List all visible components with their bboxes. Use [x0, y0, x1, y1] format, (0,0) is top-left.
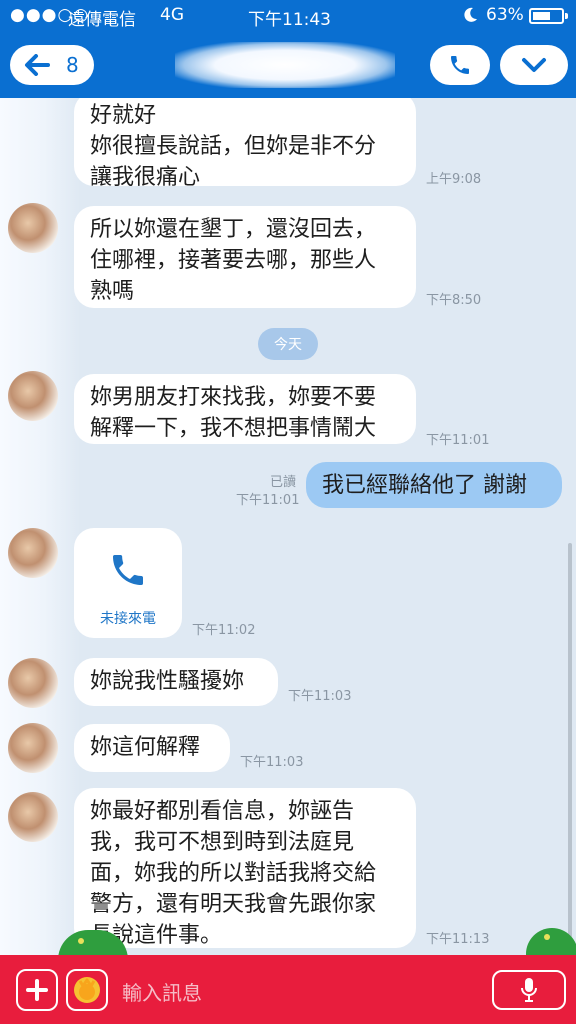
missed-call-phone-icon [113, 555, 143, 585]
battery-icon [529, 8, 564, 24]
message-bubble[interactable]: 好就好 妳很擅長說話，但妳是非不分 讓我很痛心 [74, 98, 416, 190]
missed-call-label: 未接來電 [100, 611, 156, 627]
chat-scrollbar[interactable] [568, 543, 572, 938]
back-arrow-icon [25, 54, 50, 76]
avatar[interactable] [8, 371, 58, 421]
clock: 下午11:43 [248, 10, 331, 30]
unread-count: 8 [66, 53, 79, 77]
sticker-icon [74, 977, 100, 1003]
microphone-icon [521, 978, 537, 1002]
missed-call-card[interactable]: 未接來電 [74, 528, 182, 638]
battery-tip [565, 13, 568, 19]
avatar[interactable] [8, 203, 58, 253]
message-bubble[interactable]: 所以妳還在墾丁，還沒回去， 住哪裡，接著要去哪，那些人 熟嗎 [74, 206, 416, 308]
back-button[interactable]: 8 [10, 45, 94, 85]
chevron-down-icon [522, 58, 546, 72]
avatar[interactable] [8, 658, 58, 708]
message-input-bar: 輸入訊息 [0, 955, 576, 1024]
carrier-name: 遠傳電信 [68, 10, 136, 30]
message-time: 下午11:13 [426, 932, 490, 947]
date-divider: 今天 [258, 328, 318, 360]
message-time: 下午11:02 [192, 623, 256, 638]
message-input[interactable]: 輸入訊息 [122, 977, 202, 1006]
read-receipt: 已讀 [269, 475, 296, 490]
moon-icon [464, 7, 477, 22]
add-attachment-button[interactable] [16, 969, 58, 1011]
menu-dropdown-button[interactable] [500, 45, 568, 85]
message-bubble[interactable]: 妳說我性騷擾妳 [74, 658, 278, 706]
voice-message-button[interactable] [492, 970, 566, 1010]
phone-icon [451, 56, 469, 74]
network-type: 4G [160, 5, 184, 25]
message-time: 下午11:01 [236, 493, 300, 508]
call-button[interactable] [430, 45, 490, 85]
message-bubble[interactable]: 妳這何解釋 [74, 724, 230, 772]
sticker-button[interactable] [66, 969, 108, 1011]
chat-area[interactable]: 好就好 妳很擅長說話，但妳是非不分 讓我很痛心 上午9:08 所以妳還在墾丁，還… [0, 98, 576, 955]
avatar[interactable] [8, 528, 58, 578]
bush-flower [78, 938, 84, 944]
message-time: 下午8:50 [426, 293, 482, 308]
chat-header: 8 [0, 32, 576, 98]
battery-level [533, 12, 550, 20]
message-bubble[interactable]: 妳最好都別看信息，妳誣告 我，我可不想到時到法庭見 面，妳我的所以對話我將交給 … [74, 788, 416, 948]
plus-icon [26, 979, 48, 1001]
message-bubble[interactable]: 妳男朋友打來找我，妳要不要 解釋一下，我不想把事情鬧大 [74, 374, 416, 444]
status-bar: ●●●○○ 遠傳電信 4G 下午11:43 63% [0, 0, 576, 32]
avatar[interactable] [8, 792, 58, 842]
redacted-contact-name [175, 42, 395, 88]
message-time: 上午9:08 [426, 172, 482, 187]
my-message-bubble[interactable]: 我已經聯絡他了 謝謝 [306, 462, 562, 508]
message-time: 下午11:01 [426, 433, 490, 448]
avatar[interactable] [8, 723, 58, 773]
message-time: 下午11:03 [240, 755, 304, 770]
bush-flower [544, 934, 550, 940]
battery-percent: 63% [486, 5, 524, 25]
message-time: 下午11:03 [288, 689, 352, 704]
